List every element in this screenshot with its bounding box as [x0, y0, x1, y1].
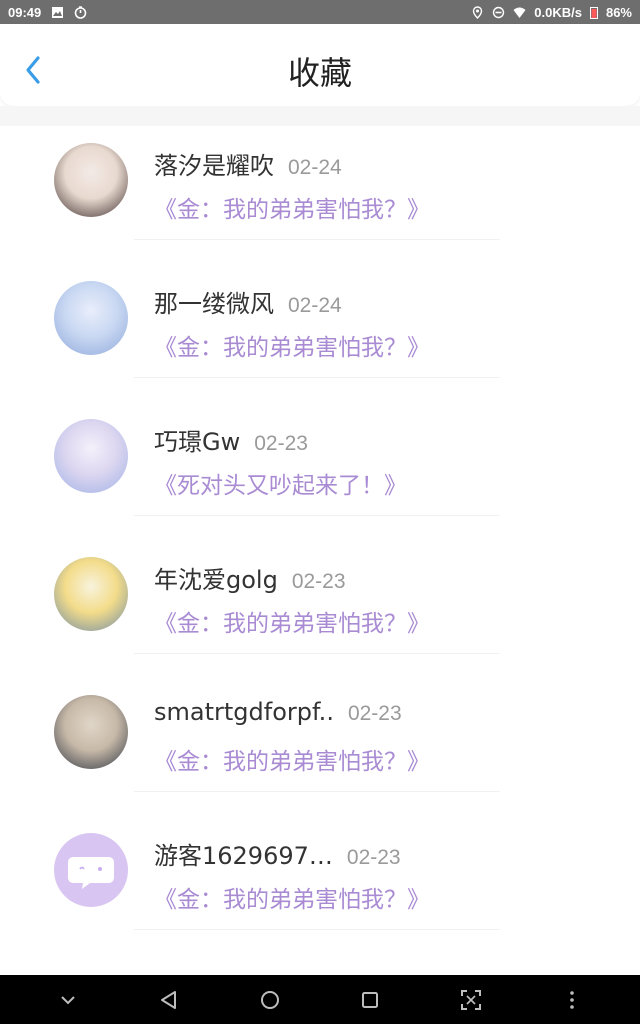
- nav-scan-button[interactable]: [456, 985, 486, 1015]
- avatar[interactable]: [54, 695, 128, 769]
- user-name-text: 巧璟Gw: [154, 428, 241, 456]
- list-item[interactable]: 落汐是耀吹 02-24 《金：我的弟弟害怕我？》: [0, 126, 640, 264]
- scan-icon: [461, 990, 481, 1010]
- user-name: 巧璟Gw 02-23: [154, 422, 308, 457]
- avatar[interactable]: [54, 143, 128, 217]
- divider: [134, 515, 500, 516]
- more-vertical-icon: [570, 991, 574, 1009]
- list-item[interactable]: 那一缕微风 02-24 《金：我的弟弟害怕我？》: [0, 264, 640, 402]
- favorite-story-link[interactable]: 《金：我的弟弟害怕我？》: [154, 604, 430, 638]
- favorites-list: 落汐是耀吹 02-24 《金：我的弟弟害怕我？》 那一缕微风 02-24 《金：我的弟弟害…: [0, 126, 640, 954]
- avatar[interactable]: [54, 557, 128, 631]
- favorite-story-link[interactable]: 《金：我的弟弟害怕我？》: [154, 880, 430, 914]
- app-header: 收藏: [0, 24, 640, 106]
- user-name: 落汐是耀吹 02-24: [154, 146, 342, 181]
- guest-chat-face-icon: [68, 857, 114, 889]
- favorite-story-link[interactable]: 《金：我的弟弟害怕我？》: [154, 190, 430, 224]
- list-item[interactable]: 巧璟Gw 02-23 《死对头又吵起来了！》: [0, 402, 640, 540]
- location-icon: [473, 5, 483, 19]
- status-bar: 09:49 0.0KB/s 86%: [0, 0, 640, 24]
- recents-square-icon: [362, 992, 378, 1008]
- date-label: 02-24: [288, 156, 342, 179]
- gallery-icon: [52, 6, 64, 18]
- list-item[interactable]: 游客1629697… 02-23 《金：我的弟弟害怕我？》: [0, 816, 640, 954]
- header-separator: [0, 106, 640, 126]
- dnd-icon: [493, 6, 505, 18]
- user-name-text: 落汐是耀吹: [154, 152, 274, 180]
- wifi-icon: [513, 7, 526, 18]
- battery-icon: [589, 6, 598, 19]
- system-nav-bar: [0, 975, 640, 1024]
- date-label: 02-23: [346, 846, 401, 869]
- favorite-story-link[interactable]: 《金：我的弟弟害怕我？》: [154, 328, 430, 362]
- battery-level: 86%: [605, 4, 632, 20]
- timer-icon: [74, 5, 87, 19]
- nav-collapse-button[interactable]: [53, 985, 83, 1015]
- chevron-down-icon: [61, 996, 75, 1005]
- nav-home-button[interactable]: [255, 985, 285, 1015]
- favorite-story-link[interactable]: 《死对头又吵起来了！》: [154, 466, 407, 500]
- list-item[interactable]: smatrtgdforpf.. 02-23 《金：我的弟弟害怕我？》: [0, 678, 640, 816]
- user-name: 那一缕微风 02-24: [154, 284, 342, 319]
- user-name: 游客1629697… 02-23: [154, 836, 401, 871]
- network-speed: 0.0KB/s: [534, 4, 582, 20]
- nav-more-button[interactable]: [557, 985, 587, 1015]
- date-label: 02-23: [291, 570, 346, 593]
- nav-back-button[interactable]: [154, 985, 184, 1015]
- back-triangle-icon: [161, 991, 176, 1009]
- list-item[interactable]: 年沈爱golg 02-23 《金：我的弟弟害怕我？》: [0, 540, 640, 678]
- status-time: 09:49: [8, 4, 42, 20]
- user-name: smatrtgdforpf.. 02-23: [154, 698, 402, 726]
- user-name-text: 游客1629697…: [154, 842, 333, 870]
- home-circle-icon: [261, 991, 279, 1009]
- user-name-text: smatrtgdforpf..: [154, 698, 334, 726]
- user-name-text: 那一缕微风: [154, 290, 274, 318]
- avatar[interactable]: [54, 419, 128, 493]
- avatar[interactable]: [54, 833, 128, 907]
- avatar[interactable]: [54, 281, 128, 355]
- date-label: 02-24: [288, 294, 342, 317]
- divider: [134, 929, 500, 930]
- favorite-story-link[interactable]: 《金：我的弟弟害怕我？》: [154, 742, 430, 776]
- user-name: 年沈爱golg 02-23: [154, 560, 346, 595]
- date-label: 02-23: [347, 702, 402, 725]
- user-name-text: 年沈爱golg: [154, 566, 278, 594]
- date-label: 02-23: [254, 432, 308, 455]
- divider: [134, 239, 500, 240]
- divider: [134, 791, 500, 792]
- page-title: 收藏: [287, 54, 352, 92]
- divider: [134, 653, 500, 654]
- divider: [134, 377, 500, 378]
- nav-recents-button[interactable]: [355, 985, 385, 1015]
